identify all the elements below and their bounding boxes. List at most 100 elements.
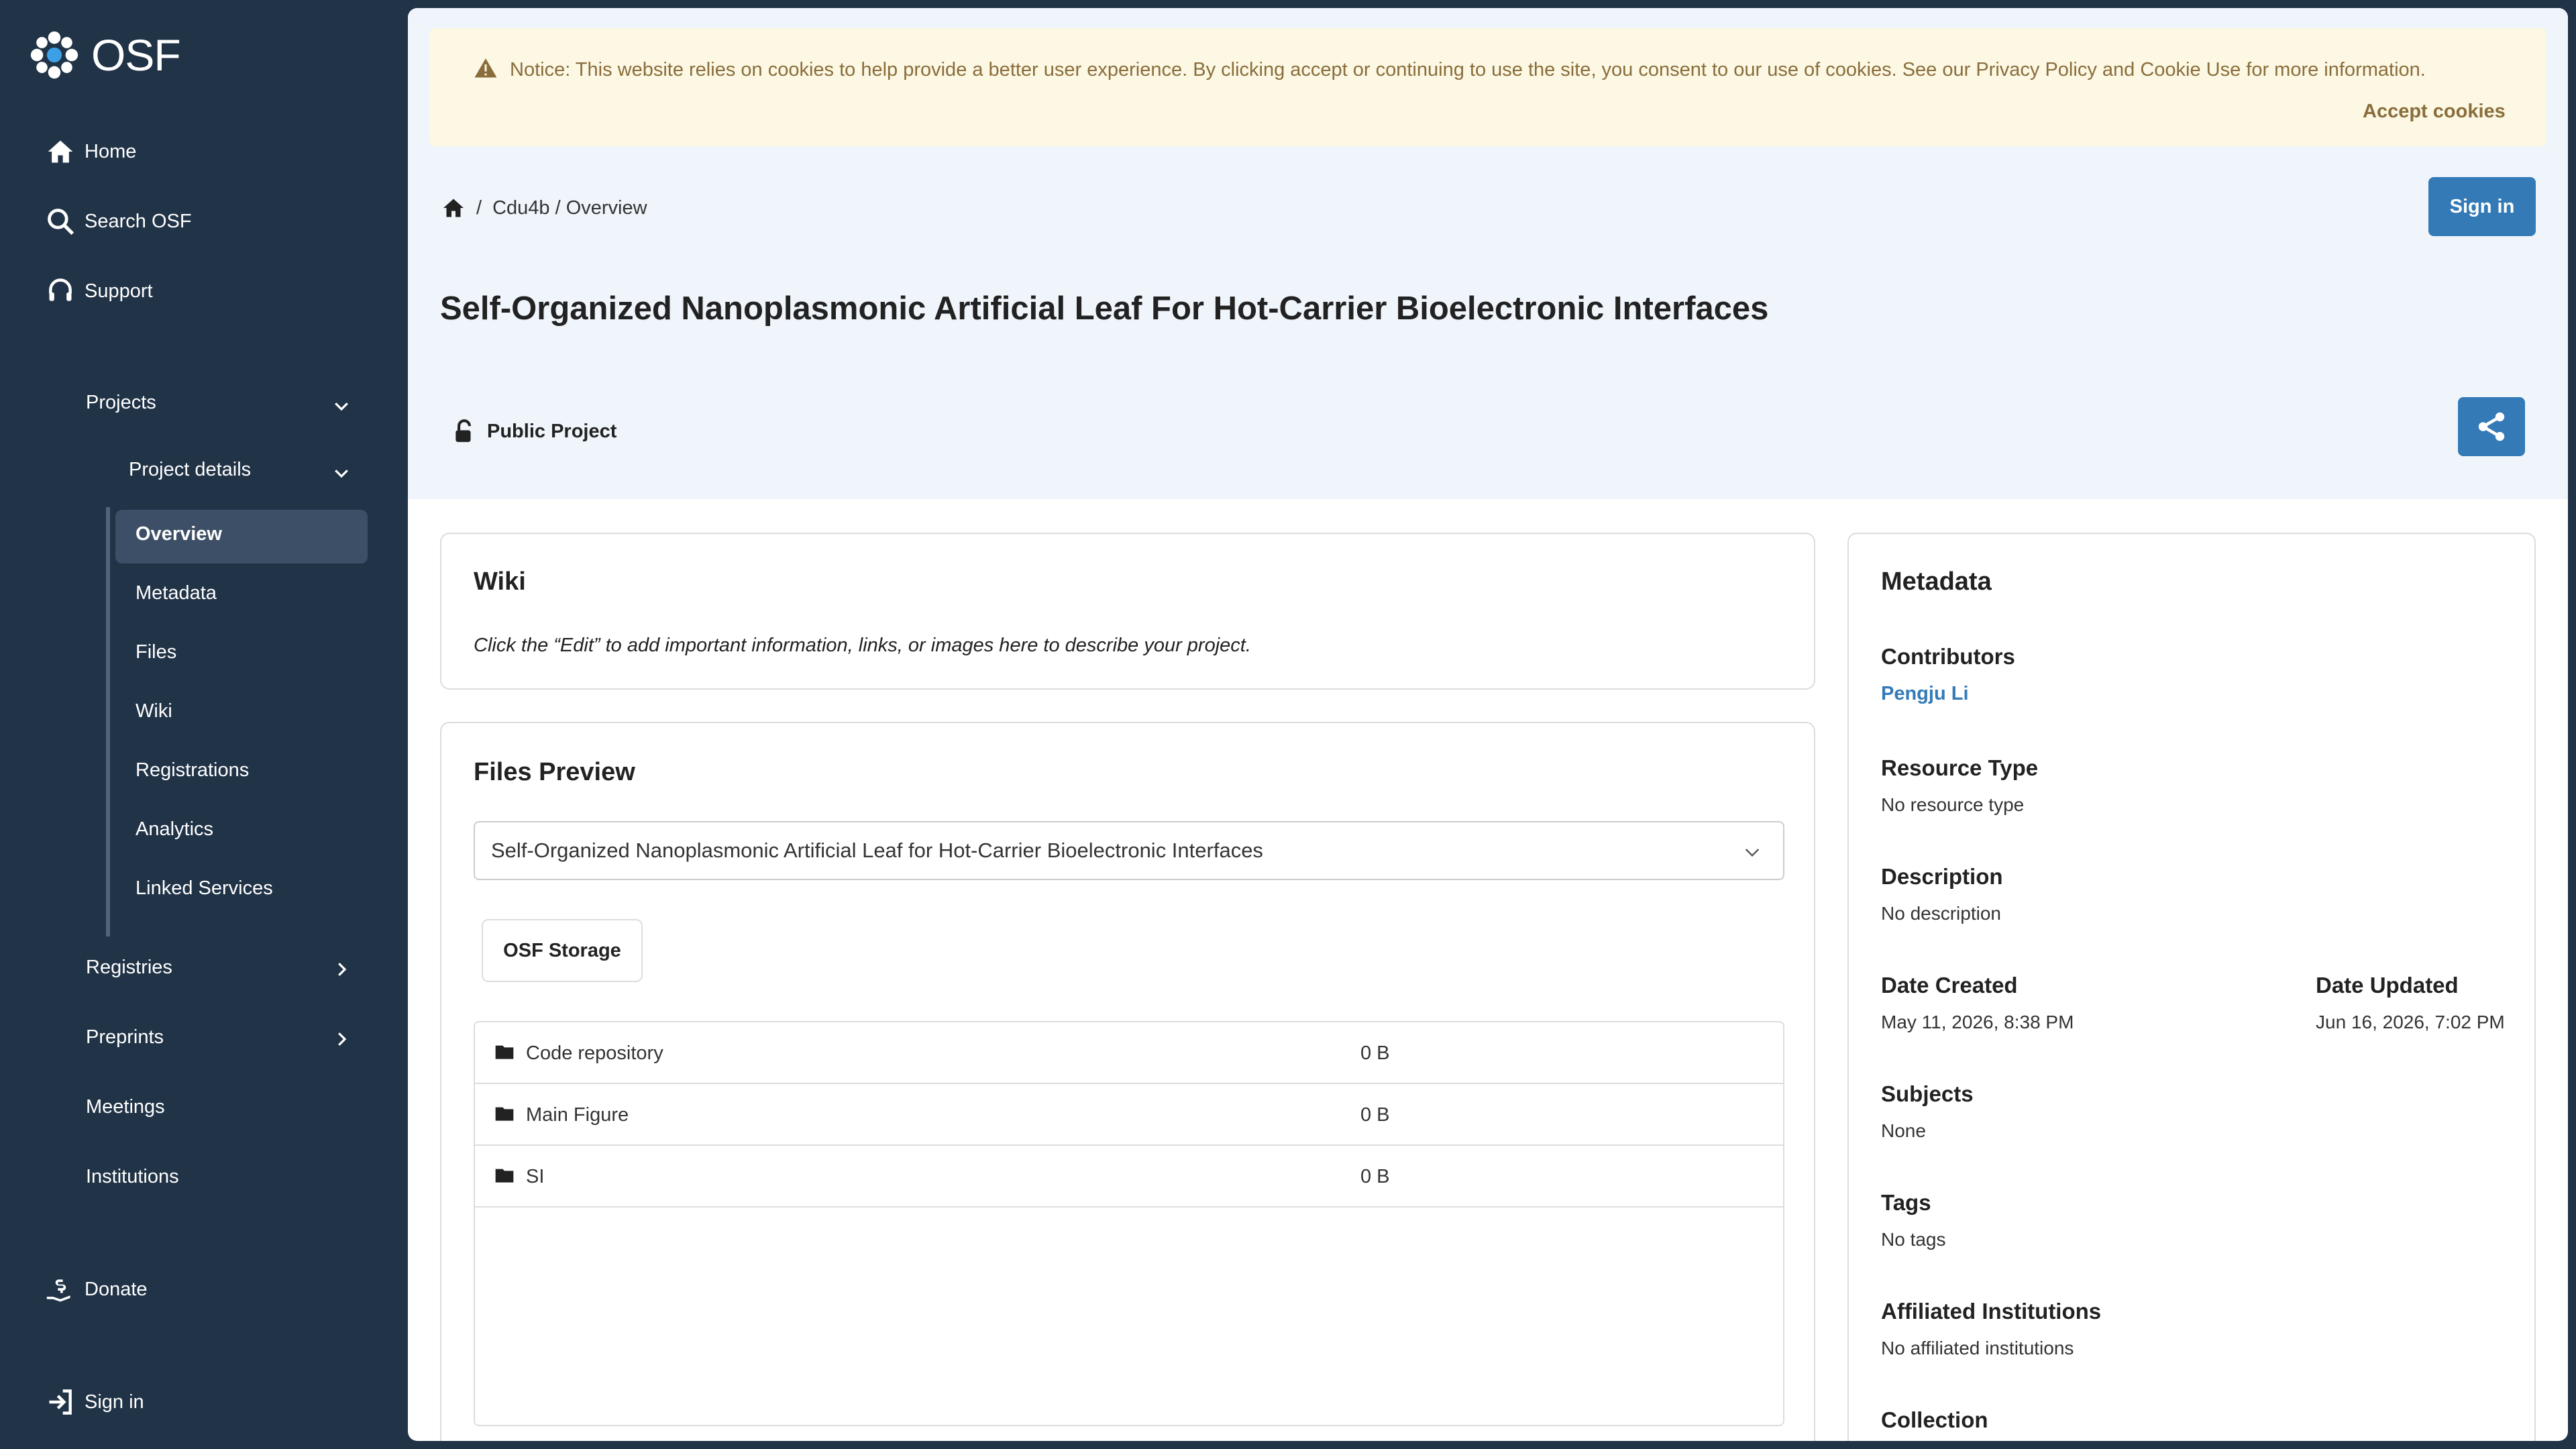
chevron-down-icon[interactable] — [331, 463, 352, 483]
accept-cookies-button[interactable]: Accept cookies — [2363, 101, 2506, 123]
breadcrumb-separator: / — [476, 197, 482, 219]
table-row[interactable]: Code repository 0 B — [475, 1022, 1783, 1084]
nav-preprints[interactable]: Preprints — [86, 1026, 164, 1049]
date-updated-label: Date Updated — [2316, 973, 2459, 998]
visibility-label: Public Project — [487, 420, 617, 442]
osf-logo[interactable]: OSF — [30, 30, 181, 80]
visibility-badge: Public Project — [453, 419, 616, 444]
unlock-icon — [455, 419, 471, 442]
file-size: 0 B — [1360, 1042, 1390, 1064]
subnav-label: Overview — [136, 523, 222, 545]
nav-meetings-label: Meetings — [86, 1096, 165, 1118]
institutions-label: Affiliated Institutions — [1881, 1299, 2102, 1324]
nav-signin[interactable]: Sign in — [46, 1387, 144, 1417]
subnav-label: Analytics — [136, 818, 214, 840]
subnav-label: Files — [136, 641, 177, 663]
chevron-right-icon[interactable] — [331, 1029, 352, 1049]
nav-project-details[interactable]: Project details — [129, 459, 251, 481]
headset-icon — [49, 278, 72, 301]
subnav-registrations[interactable]: Registrations — [136, 759, 249, 782]
home-icon[interactable] — [441, 196, 466, 220]
nav-donate[interactable]: Donate — [46, 1275, 148, 1304]
subnav-linked-services[interactable]: Linked Services — [136, 877, 273, 900]
breadcrumb: / Cdu4b / Overview — [441, 196, 647, 220]
date-created-value: May 11, 2026, 8:38 PM — [1881, 1012, 2074, 1032]
nav-institutions-label: Institutions — [86, 1166, 179, 1187]
subjects-value: None — [1881, 1120, 1926, 1141]
metadata-card: Metadata Contributors Pengju Li Resource… — [1847, 533, 2536, 1441]
file-size: 0 B — [1360, 1104, 1390, 1126]
nav-support[interactable]: Support — [46, 276, 153, 306]
nav-signin-label: Sign in — [85, 1391, 144, 1413]
breadcrumb-path[interactable]: Cdu4b / Overview — [492, 197, 647, 219]
subnav-rail — [106, 507, 110, 936]
tags-label: Tags — [1881, 1190, 1931, 1215]
nav-projects[interactable]: Projects — [86, 392, 156, 414]
share-icon — [2478, 412, 2505, 441]
wiki-card: Wiki Click the “Edit” to add important i… — [440, 533, 1815, 690]
file-name: Main Figure — [526, 1104, 629, 1126]
nav-registries-label: Registries — [86, 957, 172, 978]
subnav-wiki[interactable]: Wiki — [136, 700, 172, 722]
sign-in-button[interactable]: Sign in — [2428, 177, 2536, 236]
file-name: SI — [526, 1166, 545, 1187]
nav-donate-label: Donate — [85, 1278, 148, 1300]
project-select-value: Self-Organized Nanoplasmonic Artificial … — [491, 839, 1263, 862]
subnav-label: Linked Services — [136, 877, 273, 899]
subnav-label: Metadata — [136, 582, 217, 604]
file-size: 0 B — [1360, 1166, 1390, 1187]
sidebar: OSF Home Search OSF Support Projects Pro… — [0, 0, 408, 1449]
folder-icon — [495, 1169, 514, 1183]
subnav-analytics[interactable]: Analytics — [136, 818, 213, 841]
collection-label: Collection — [1881, 1407, 1988, 1432]
contributors-label: Contributors — [1881, 644, 2015, 669]
cookie-notice: Notice: This website relies on cookies t… — [429, 28, 2546, 146]
project-select[interactable]: Self-Organized Nanoplasmonic Artificial … — [474, 821, 1784, 880]
resource-type-value: No resource type — [1881, 794, 2025, 815]
nav-institutions[interactable]: Institutions — [86, 1166, 179, 1188]
date-created-label: Date Created — [1881, 973, 2018, 998]
chevron-down-icon[interactable] — [331, 396, 352, 416]
project-header: Notice: This website relies on cookies t… — [408, 8, 2568, 499]
nav-project-details-label: Project details — [129, 459, 252, 480]
nav-home[interactable]: Home — [46, 137, 136, 166]
files-heading: Files Preview — [474, 758, 635, 786]
main-content: Notice: This website relies on cookies t… — [408, 8, 2568, 1441]
nav-projects-label: Projects — [86, 392, 156, 413]
subnav-metadata[interactable]: Metadata — [136, 582, 217, 604]
table-row[interactable]: Main Figure 0 B — [475, 1084, 1783, 1146]
folder-icon — [495, 1045, 514, 1059]
nav-support-label: Support — [85, 280, 153, 302]
nav-preprints-label: Preprints — [86, 1026, 164, 1048]
chevron-right-icon[interactable] — [331, 959, 352, 979]
logo-text: OSF — [91, 30, 181, 80]
subnav-overview[interactable]: Overview — [136, 523, 222, 545]
osf-logo-icon — [30, 31, 78, 79]
contributor-link[interactable]: Pengju Li — [1881, 683, 1969, 705]
chevron-down-icon — [1745, 849, 1760, 857]
subnav-label: Registrations — [136, 759, 250, 781]
donate-icon — [46, 1277, 70, 1302]
page-title: Self-Organized Nanoplasmonic Artificial … — [440, 290, 1769, 327]
institutions-value: No affiliated institutions — [1881, 1338, 2074, 1358]
tags-value: No tags — [1881, 1229, 1946, 1250]
nav-search[interactable]: Search OSF — [46, 207, 192, 236]
search-icon — [48, 209, 74, 235]
file-name: Code repository — [526, 1042, 663, 1064]
subnav-files[interactable]: Files — [136, 641, 176, 663]
description-value: No description — [1881, 903, 2001, 924]
osf-storage-button[interactable]: OSF Storage — [482, 919, 643, 982]
nav-search-label: Search OSF — [85, 210, 192, 232]
date-updated-value: Jun 16, 2026, 7:02 PM — [2316, 1012, 2505, 1032]
files-table: Code repository 0 B Main Figure 0 B SI 0… — [474, 1021, 1784, 1426]
folder-icon — [495, 1107, 514, 1121]
resource-type-label: Resource Type — [1881, 755, 2039, 780]
subjects-label: Subjects — [1881, 1081, 1974, 1106]
description-label: Description — [1881, 864, 2003, 889]
warning-icon — [474, 58, 497, 78]
nav-meetings[interactable]: Meetings — [86, 1096, 165, 1118]
sign-in-icon — [49, 1389, 72, 1415]
table-row[interactable]: SI 0 B — [475, 1146, 1783, 1208]
nav-registries[interactable]: Registries — [86, 957, 172, 979]
share-button[interactable] — [2458, 397, 2525, 456]
